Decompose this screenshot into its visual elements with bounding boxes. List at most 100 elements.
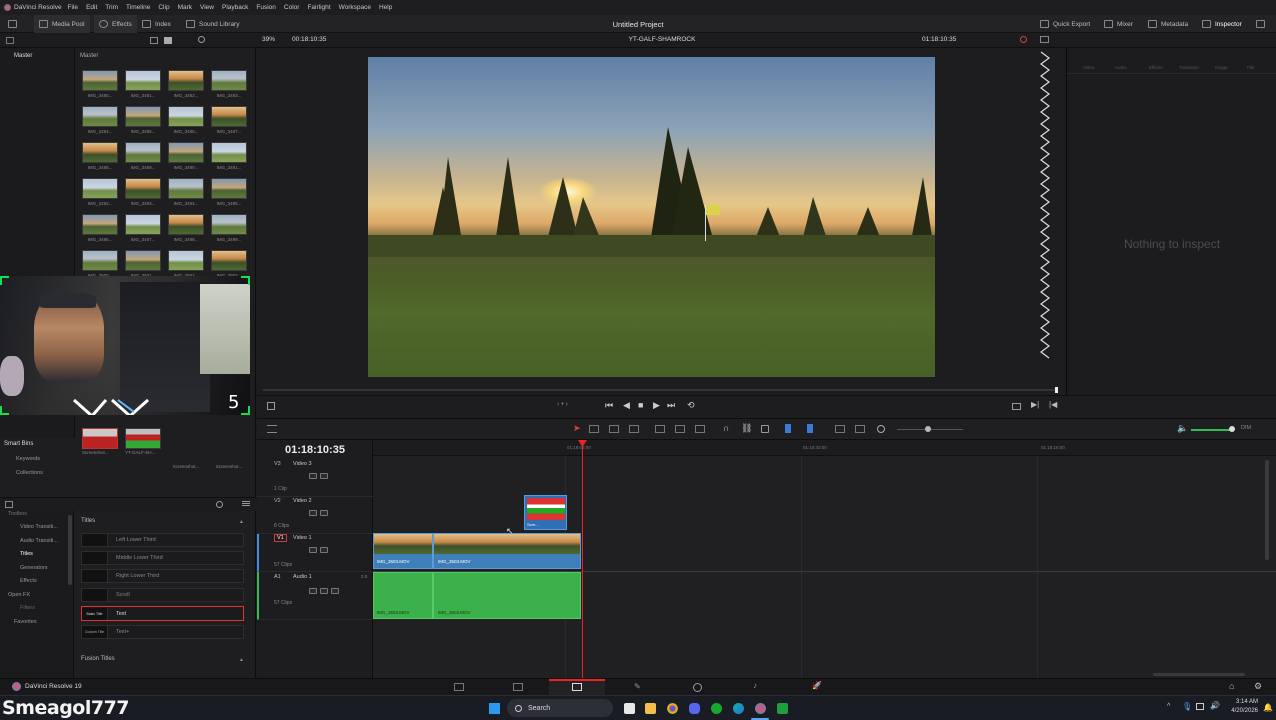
media-pool-button[interactable]: Media Pool: [34, 15, 90, 33]
thumb-screenshot-1[interactable]: [82, 428, 118, 449]
volume-icon[interactable]: 🔊: [1210, 701, 1220, 710]
network-icon[interactable]: [1196, 703, 1204, 710]
tree-titles[interactable]: Titles: [20, 551, 33, 557]
blade-tool-icon[interactable]: [629, 425, 639, 433]
expand-button[interactable]: [1256, 15, 1269, 33]
tree-video-transitions[interactable]: Video Transiti...: [20, 524, 58, 530]
title-text-plus[interactable]: Custom Title Text+: [81, 625, 244, 639]
menu-edit[interactable]: Edit: [86, 4, 97, 11]
zoom-full-icon[interactable]: [835, 425, 845, 433]
trim-tool-icon[interactable]: [589, 425, 599, 433]
media-thumbnail[interactable]: [125, 142, 161, 163]
track-solo-icon[interactable]: [320, 588, 328, 594]
inspector-tab-video[interactable]: Video: [1083, 65, 1094, 70]
media-thumbnail[interactable]: [211, 70, 247, 91]
inspector-button[interactable]: Inspector: [1202, 15, 1242, 33]
viewer-zoom[interactable]: 39%: [262, 36, 275, 43]
smart-bin-keywords[interactable]: Keywords: [16, 456, 40, 462]
clock-time[interactable]: 3:14 AM: [1226, 699, 1258, 705]
color-page-icon[interactable]: [693, 683, 702, 692]
timeline-name-dropdown[interactable]: YT-GALF-SHAMROCK: [612, 36, 712, 43]
media-thumbnail[interactable]: [125, 214, 161, 235]
quick-export-button[interactable]: Quick Export: [1040, 15, 1090, 33]
home-icon[interactable]: ⌂: [1229, 681, 1234, 691]
media-thumbnail[interactable]: [211, 214, 247, 235]
index-button[interactable]: Index: [142, 15, 171, 33]
stop-icon[interactable]: ■: [638, 400, 643, 410]
media-thumbnail[interactable]: [125, 178, 161, 199]
task-view-icon[interactable]: [624, 703, 635, 714]
zoom-slider-handle[interactable]: [925, 426, 931, 432]
effects-button[interactable]: Effects: [94, 15, 137, 33]
viewer-options-icon[interactable]: [1040, 36, 1049, 43]
tree-generators[interactable]: Generators: [20, 565, 48, 571]
overwrite-clip-icon[interactable]: [675, 425, 685, 433]
linked-selection-icon[interactable]: ⛓: [741, 423, 752, 434]
media-thumbnail[interactable]: [82, 250, 118, 271]
tree-favorites[interactable]: Favorites: [14, 619, 37, 625]
clock-date[interactable]: 4/20/2026: [1226, 708, 1258, 714]
timeline-options-icon[interactable]: [267, 425, 277, 433]
v1-clip-1[interactable]: IMG_3503.MOV: [373, 533, 433, 569]
menu-workspace[interactable]: Workspace: [339, 4, 371, 11]
timeline-area[interactable]: 01:18:08:00 01:18:42:00 01:18:16:00 Scre…: [373, 440, 1276, 678]
menu-playback[interactable]: Playback: [222, 4, 248, 11]
grid-view-icon[interactable]: [164, 37, 172, 44]
title-middle-lower-third[interactable]: Middle Lower Third: [81, 551, 244, 565]
replace-clip-icon[interactable]: [695, 425, 705, 433]
menu-fusion[interactable]: Fusion: [256, 4, 276, 11]
smart-bin-collections[interactable]: Collections: [16, 470, 43, 476]
media-thumbnail[interactable]: [211, 178, 247, 199]
v1-clip-2[interactable]: IMG_3503.MOV: [433, 533, 581, 569]
media-thumbnail[interactable]: [211, 106, 247, 127]
tray-chevron-icon[interactable]: ^: [1167, 703, 1170, 710]
track-visible-icon[interactable]: [320, 510, 328, 516]
menu-help[interactable]: Help: [379, 4, 392, 11]
title-left-lower-third[interactable]: Left Lower Third: [81, 533, 244, 547]
taskbar-search[interactable]: Search: [507, 699, 613, 717]
media-thumbnail[interactable]: [211, 142, 247, 163]
settings-icon[interactable]: ⚙: [1254, 681, 1262, 692]
timeline-ruler[interactable]: 01:18:08:00 01:18:42:00 01:18:16:00: [373, 440, 1276, 456]
speaker-icon[interactable]: 🔈: [1177, 423, 1188, 434]
media-thumbnail[interactable]: [168, 106, 204, 127]
track-lock-icon[interactable]: [309, 547, 317, 553]
inspector-tab-transition[interactable]: Transition: [1179, 65, 1199, 70]
effects-panel-toggle-icon[interactable]: [5, 501, 13, 508]
volume-slider-handle[interactable]: [1229, 426, 1235, 432]
insert-clip-icon[interactable]: [655, 425, 665, 433]
inspector-tab-file[interactable]: File: [1247, 65, 1254, 70]
volume-slider[interactable]: [1191, 429, 1231, 431]
sound-library-button[interactable]: Sound Library: [186, 15, 239, 33]
video-preview[interactable]: [368, 57, 935, 377]
timeline-hscroll[interactable]: [1153, 673, 1245, 676]
media-thumbnail[interactable]: [82, 70, 118, 91]
viewer-playhead[interactable]: [1055, 387, 1058, 393]
section-fusion-collapse-icon[interactable]: ▴: [240, 656, 243, 663]
media-thumbnail[interactable]: [168, 70, 204, 91]
layout-toggle-button[interactable]: [8, 15, 21, 33]
flag-icon[interactable]: [785, 424, 791, 433]
dynamic-trim-icon[interactable]: [609, 425, 619, 433]
zoom-custom-icon[interactable]: [877, 425, 885, 433]
track-a1[interactable]: A1 Audio 1 2.0 57 Clips: [257, 572, 373, 620]
fairlight-page-icon[interactable]: ♪: [753, 681, 757, 690]
menu-timeline[interactable]: Timeline: [126, 4, 150, 11]
tree-filters[interactable]: Filters: [20, 605, 35, 611]
play-icon[interactable]: ▶: [653, 400, 660, 411]
selection-tool-icon[interactable]: ➤: [573, 423, 581, 434]
notification-icon[interactable]: 🔔: [1263, 703, 1273, 712]
marker-icon[interactable]: [807, 424, 813, 433]
media-page-icon[interactable]: [454, 683, 464, 691]
viewer-scrubber[interactable]: [263, 389, 1057, 391]
chrome-icon[interactable]: [667, 703, 678, 714]
edit-page-icon[interactable]: [572, 683, 582, 691]
track-visible-icon[interactable]: [320, 473, 328, 479]
tree-toolbox[interactable]: Toolbox: [8, 511, 27, 517]
menu-fairlight[interactable]: Fairlight: [307, 4, 330, 11]
title-right-lower-third[interactable]: Right Lower Third: [81, 569, 244, 583]
effects-menu-icon[interactable]: [242, 503, 250, 504]
cut-page-icon[interactable]: [513, 683, 523, 691]
clip-marker-icon[interactable]: [1020, 36, 1027, 43]
tree-audio-transitions[interactable]: Audio Transiti...: [20, 538, 58, 544]
